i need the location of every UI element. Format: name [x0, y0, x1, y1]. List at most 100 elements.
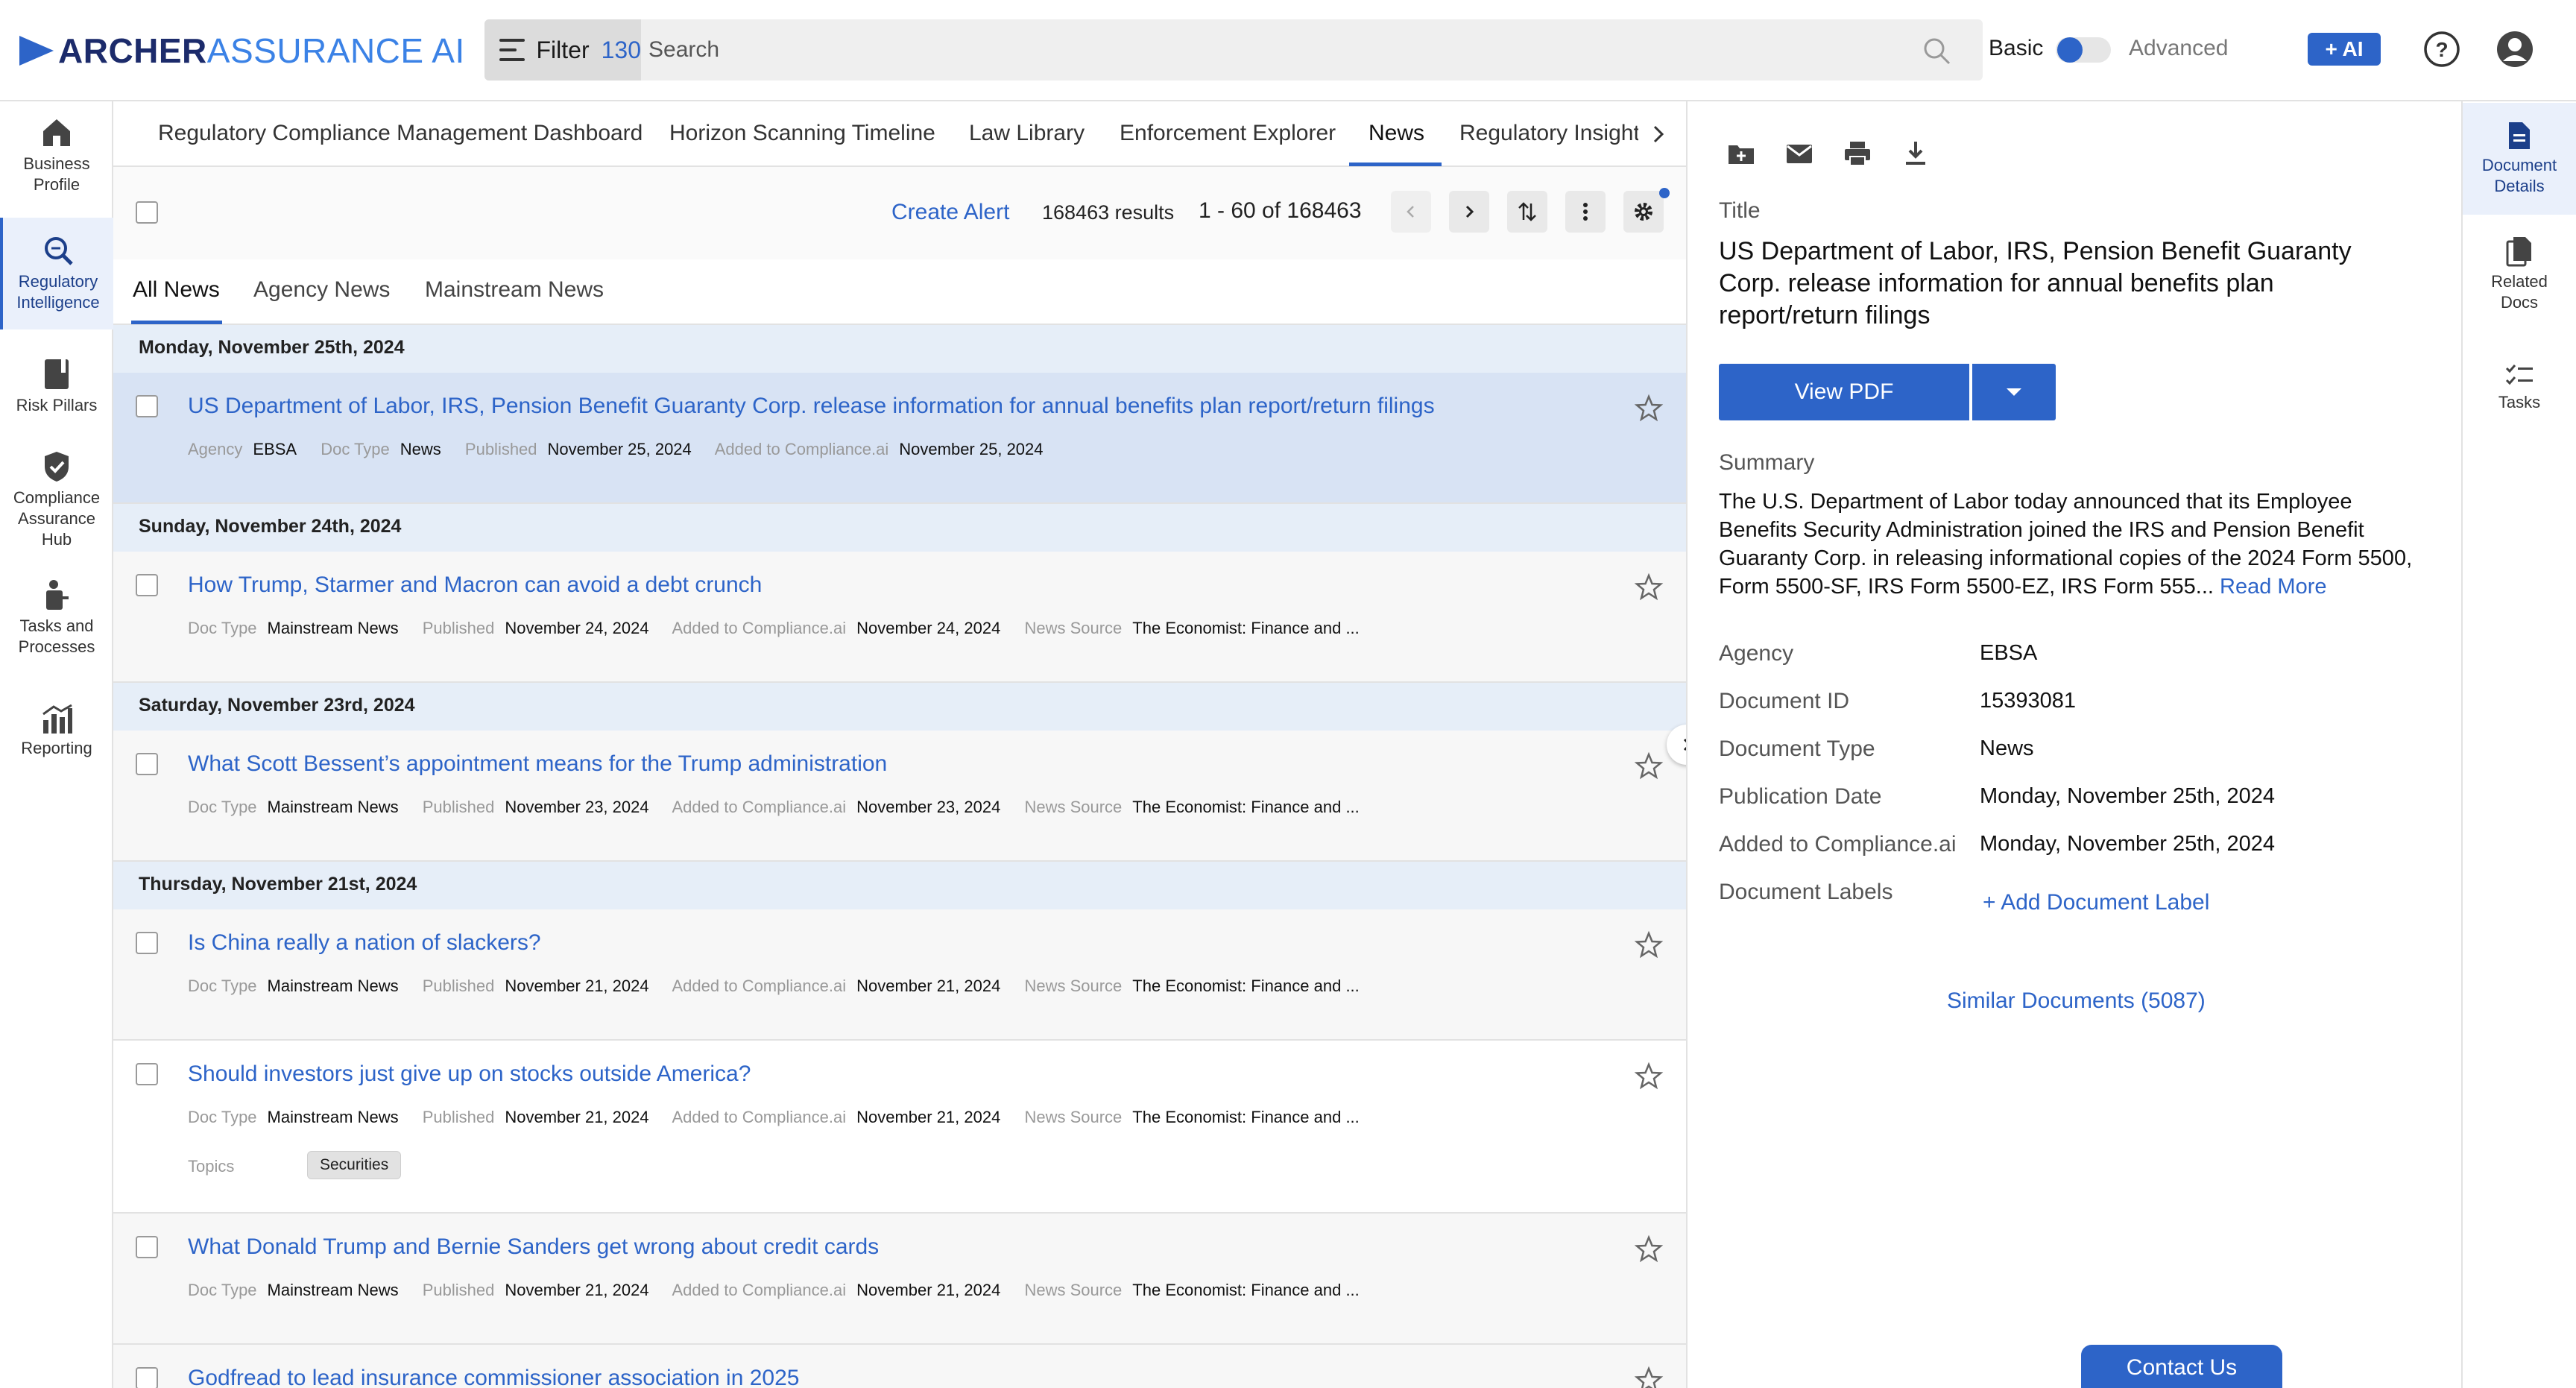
print-icon[interactable]: [1843, 139, 1872, 168]
meta-key: Added to Compliance.ai: [672, 798, 847, 816]
star-icon[interactable]: [1634, 1061, 1664, 1091]
rail-label: Docs: [2500, 293, 2539, 312]
documents-icon: [2506, 237, 2531, 267]
row-checkbox[interactable]: [136, 395, 158, 417]
more-vertical-icon: [1583, 203, 1588, 221]
subtab-mainstream-news[interactable]: Mainstream News: [425, 277, 604, 303]
download-icon[interactable]: [1901, 139, 1931, 168]
news-title-link[interactable]: How Trump, Starmer and Macron can avoid …: [188, 572, 762, 598]
tab-law-library[interactable]: Law Library: [969, 121, 1085, 146]
news-row[interactable]: What Donald Trump and Bernie Sanders get…: [113, 1214, 1686, 1345]
add-document-label-link[interactable]: + Add Document Label: [1983, 890, 2209, 915]
meta-value: News: [400, 440, 441, 458]
tab-horizon-scanning[interactable]: Horizon Scanning Timeline: [669, 121, 935, 146]
nav-tasks-and-processes[interactable]: Tasks and Processes: [0, 578, 113, 660]
settings-button[interactable]: [1623, 191, 1664, 233]
star-icon[interactable]: [1634, 572, 1664, 602]
tab-news[interactable]: News: [1368, 121, 1424, 146]
subtab-all-news[interactable]: All News: [133, 277, 220, 303]
meta-value: November 23, 2024: [505, 798, 649, 816]
meta-value: Mainstream News: [267, 1108, 399, 1126]
prev-page-button[interactable]: [1391, 191, 1431, 233]
news-title-link[interactable]: What Scott Bessent’s appointment means f…: [188, 751, 887, 777]
star-icon[interactable]: [1634, 930, 1664, 960]
filter-button[interactable]: Filter 130: [484, 19, 641, 81]
star-icon[interactable]: [1634, 1366, 1664, 1388]
building-icon: [43, 119, 70, 146]
view-pdf-button[interactable]: View PDF: [1719, 364, 1969, 420]
read-more-link[interactable]: Read More: [2220, 575, 2326, 599]
star-icon[interactable]: [1634, 394, 1664, 423]
nav-reporting[interactable]: Reporting: [0, 704, 113, 763]
meta-key: Added to Compliance.ai: [672, 619, 847, 637]
news-row[interactable]: What Scott Bessent’s appointment means f…: [113, 731, 1686, 862]
row-checkbox[interactable]: [136, 932, 158, 954]
news-title-link[interactable]: US Department of Labor, IRS, Pension Ben…: [188, 394, 1435, 419]
document-icon: [2509, 122, 2530, 149]
chevron-right-icon[interactable]: [1647, 119, 1670, 149]
tab-regulatory-insight[interactable]: Regulatory Insight: [1459, 121, 1638, 146]
meta-value: The Economist: Finance and ...: [1132, 1108, 1360, 1126]
field-label: Publication Date: [1719, 784, 1882, 809]
similar-documents-link[interactable]: Similar Documents (5087): [1947, 988, 2206, 1014]
meta-key: Published: [422, 977, 495, 995]
rail-document-details[interactable]: Document Details: [2463, 103, 2576, 215]
news-meta: Doc Type Mainstream News Published Novembe…: [188, 1281, 1379, 1300]
row-checkbox[interactable]: [136, 1367, 158, 1388]
create-alert-link[interactable]: Create Alert: [891, 200, 1009, 225]
user-avatar-icon[interactable]: [2496, 30, 2534, 69]
sort-button[interactable]: [1507, 191, 1547, 233]
nav-business-profile[interactable]: Business Profile: [0, 116, 113, 204]
news-row[interactable]: Is China really a nation of slackers? Do…: [113, 909, 1686, 1041]
tab-enforcement-explorer[interactable]: Enforcement Explorer: [1120, 121, 1336, 146]
meta-value: November 24, 2024: [505, 619, 649, 637]
brand-logo[interactable]: ARCHER ASSURANCE AI: [19, 30, 465, 72]
news-title-link[interactable]: Should investors just give up on stocks …: [188, 1061, 751, 1087]
news-row[interactable]: Godfread to lead insurance commissioner …: [113, 1345, 1686, 1388]
news-row[interactable]: US Department of Labor, IRS, Pension Ben…: [113, 373, 1686, 504]
row-checkbox[interactable]: [136, 574, 158, 596]
search-input[interactable]: [648, 19, 1945, 81]
next-page-button[interactable]: [1449, 191, 1489, 233]
search-icon[interactable]: [1922, 36, 1951, 66]
select-all-checkbox[interactable]: [136, 201, 158, 224]
help-icon[interactable]: ?: [2422, 30, 2461, 69]
rail-related-docs[interactable]: Related Docs: [2463, 236, 2576, 318]
meta-key: Added to Compliance.ai: [672, 977, 847, 995]
pagination-range: 1 - 60 of 168463: [1199, 198, 1362, 223]
rail-label: Document: [2481, 156, 2557, 174]
add-to-folder-icon[interactable]: [1726, 139, 1756, 168]
meta-key: Doc Type: [188, 1108, 257, 1126]
news-title-link[interactable]: What Donald Trump and Bernie Sanders get…: [188, 1234, 879, 1260]
news-title-link[interactable]: Is China really a nation of slackers?: [188, 930, 541, 956]
nav-compliance-assurance-hub[interactable]: Compliance Assurance Hub: [0, 450, 113, 555]
ai-button[interactable]: + AI: [2308, 33, 2381, 66]
nav-regulatory-intelligence[interactable]: Regulatory Intelligence: [0, 218, 113, 329]
row-checkbox[interactable]: [136, 753, 158, 775]
star-icon[interactable]: [1634, 751, 1664, 781]
tab-regulatory-compliance-dashboard[interactable]: Regulatory Compliance Management Dashboa…: [158, 121, 643, 146]
contact-us-button[interactable]: Contact Us: [2081, 1345, 2282, 1388]
row-checkbox[interactable]: [136, 1236, 158, 1258]
news-row[interactable]: How Trump, Starmer and Macron can avoid …: [113, 552, 1686, 683]
topic-tag[interactable]: Securities: [307, 1151, 402, 1179]
subtab-agency-news[interactable]: Agency News: [253, 277, 390, 303]
meta-value: November 21, 2024: [856, 977, 1001, 995]
view-pdf-dropdown[interactable]: [1972, 364, 2056, 420]
meta-value: November 23, 2024: [856, 798, 1001, 816]
news-row[interactable]: Should investors just give up on stocks …: [113, 1041, 1686, 1214]
email-icon[interactable]: [1784, 139, 1814, 168]
meta-key: Added to Compliance.ai: [672, 1108, 847, 1126]
row-checkbox[interactable]: [136, 1063, 158, 1085]
meta-value: November 21, 2024: [505, 1108, 649, 1126]
news-title-link[interactable]: Godfread to lead insurance commissioner …: [188, 1366, 799, 1388]
nav-risk-pillars[interactable]: Risk Pillars: [0, 358, 113, 417]
nav-label: Risk Pillars: [16, 396, 98, 414]
star-icon[interactable]: [1634, 1234, 1664, 1264]
field-value: Monday, November 25th, 2024: [1980, 832, 2276, 856]
search-mode-toggle[interactable]: [2056, 37, 2111, 63]
rail-tasks[interactable]: Tasks: [2463, 362, 2576, 422]
meta-value: EBSA: [253, 440, 297, 458]
meta-key: Doc Type: [321, 440, 390, 458]
more-options-button[interactable]: [1565, 191, 1606, 233]
